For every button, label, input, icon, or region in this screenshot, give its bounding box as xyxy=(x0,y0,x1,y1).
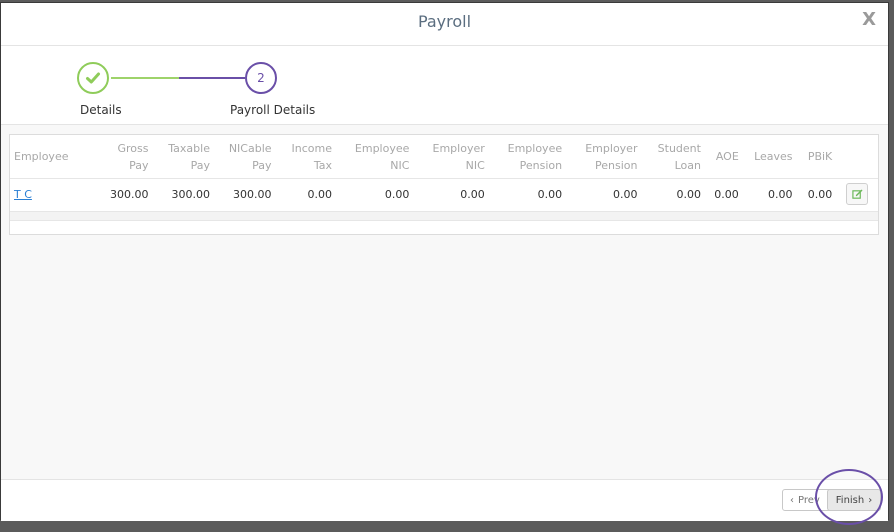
edit-button[interactable] xyxy=(846,183,869,205)
col-pbik: PBiK xyxy=(798,135,839,179)
step-details[interactable] xyxy=(77,62,109,94)
col-taxable-pay: Taxable Pay xyxy=(154,135,216,179)
edit-icon xyxy=(851,189,862,199)
payroll-table-container: Employee Gross Pay Taxable Pay NICable Pay … xyxy=(9,134,879,235)
col-employee: Employee xyxy=(10,135,97,179)
cell-gross-pay: 300.00 xyxy=(109,187,149,201)
col-aoe: AOE xyxy=(706,135,745,179)
finish-button[interactable]: Finish › xyxy=(827,489,881,511)
table-header-row: Employee Gross Pay Taxable Pay NICable Pay … xyxy=(10,135,878,179)
modal-footer: ‹ Prev Finish › xyxy=(1,479,888,521)
prev-label: Prev xyxy=(798,494,820,506)
table-row: T C 300.00 300.00 300.00 0.00 0.00 0.00 … xyxy=(10,179,878,210)
prev-button[interactable]: ‹ Prev xyxy=(782,489,832,511)
cell-taxable-pay: 300.00 xyxy=(171,187,210,201)
step-label-details: Details xyxy=(80,103,122,117)
modal-header: Payroll X xyxy=(1,3,888,46)
cell-employer-nic: 0.00 xyxy=(460,187,485,201)
cell-nicable-pay: 300.00 xyxy=(233,187,272,201)
chevron-right-icon: › xyxy=(868,494,873,506)
cell-student-loan: 0.00 xyxy=(676,187,701,201)
col-leaves: Leaves xyxy=(744,135,799,179)
col-gross-pay: Gross Pay xyxy=(96,135,155,179)
check-icon xyxy=(86,72,100,84)
col-employee-pension: Employee Pension xyxy=(490,135,569,179)
cell-employee: T C xyxy=(10,179,97,210)
col-employee-nic: Employee NIC xyxy=(338,135,416,179)
close-icon[interactable]: X xyxy=(862,9,876,30)
finish-label: Finish xyxy=(835,494,865,506)
cell-employer-pension: 0.00 xyxy=(612,187,638,201)
cell-employee-nic: 0.00 xyxy=(384,187,410,201)
step-label-payroll-details: Payroll Details xyxy=(230,103,316,117)
modal-title: Payroll xyxy=(417,12,472,31)
cell-leaves: 0.00 xyxy=(768,187,793,201)
col-student-loan: Student Loan xyxy=(643,135,707,179)
payroll-table: Employee Gross Pay Taxable Pay NICable Pay … xyxy=(10,135,878,209)
step-connector-active xyxy=(179,77,245,79)
employee-link[interactable]: T C xyxy=(14,188,32,201)
table-scroll-area[interactable] xyxy=(10,211,878,221)
col-employer-nic: Employer NIC xyxy=(415,135,491,179)
wizard-steps: 2 Details Payroll Details xyxy=(1,46,888,125)
payroll-modal: Payroll X 2 Details Payroll Details Empl… xyxy=(0,2,889,521)
col-income-tax: Income Tax xyxy=(277,135,339,179)
step-connector-complete xyxy=(111,77,179,79)
chevron-left-icon: ‹ xyxy=(790,494,794,506)
cell-income-tax: 0.00 xyxy=(307,187,333,201)
step-payroll-details[interactable]: 2 xyxy=(245,62,277,94)
col-nicable-pay: NICable Pay xyxy=(215,135,278,179)
col-employer-pension: Employer Pension xyxy=(568,135,644,179)
cell-aoe: 0.00 xyxy=(714,187,739,201)
cell-pbik: 0.00 xyxy=(807,187,833,201)
col-actions xyxy=(838,135,878,179)
cell-employee-pension: 0.00 xyxy=(537,187,563,201)
cell-actions xyxy=(838,179,878,210)
